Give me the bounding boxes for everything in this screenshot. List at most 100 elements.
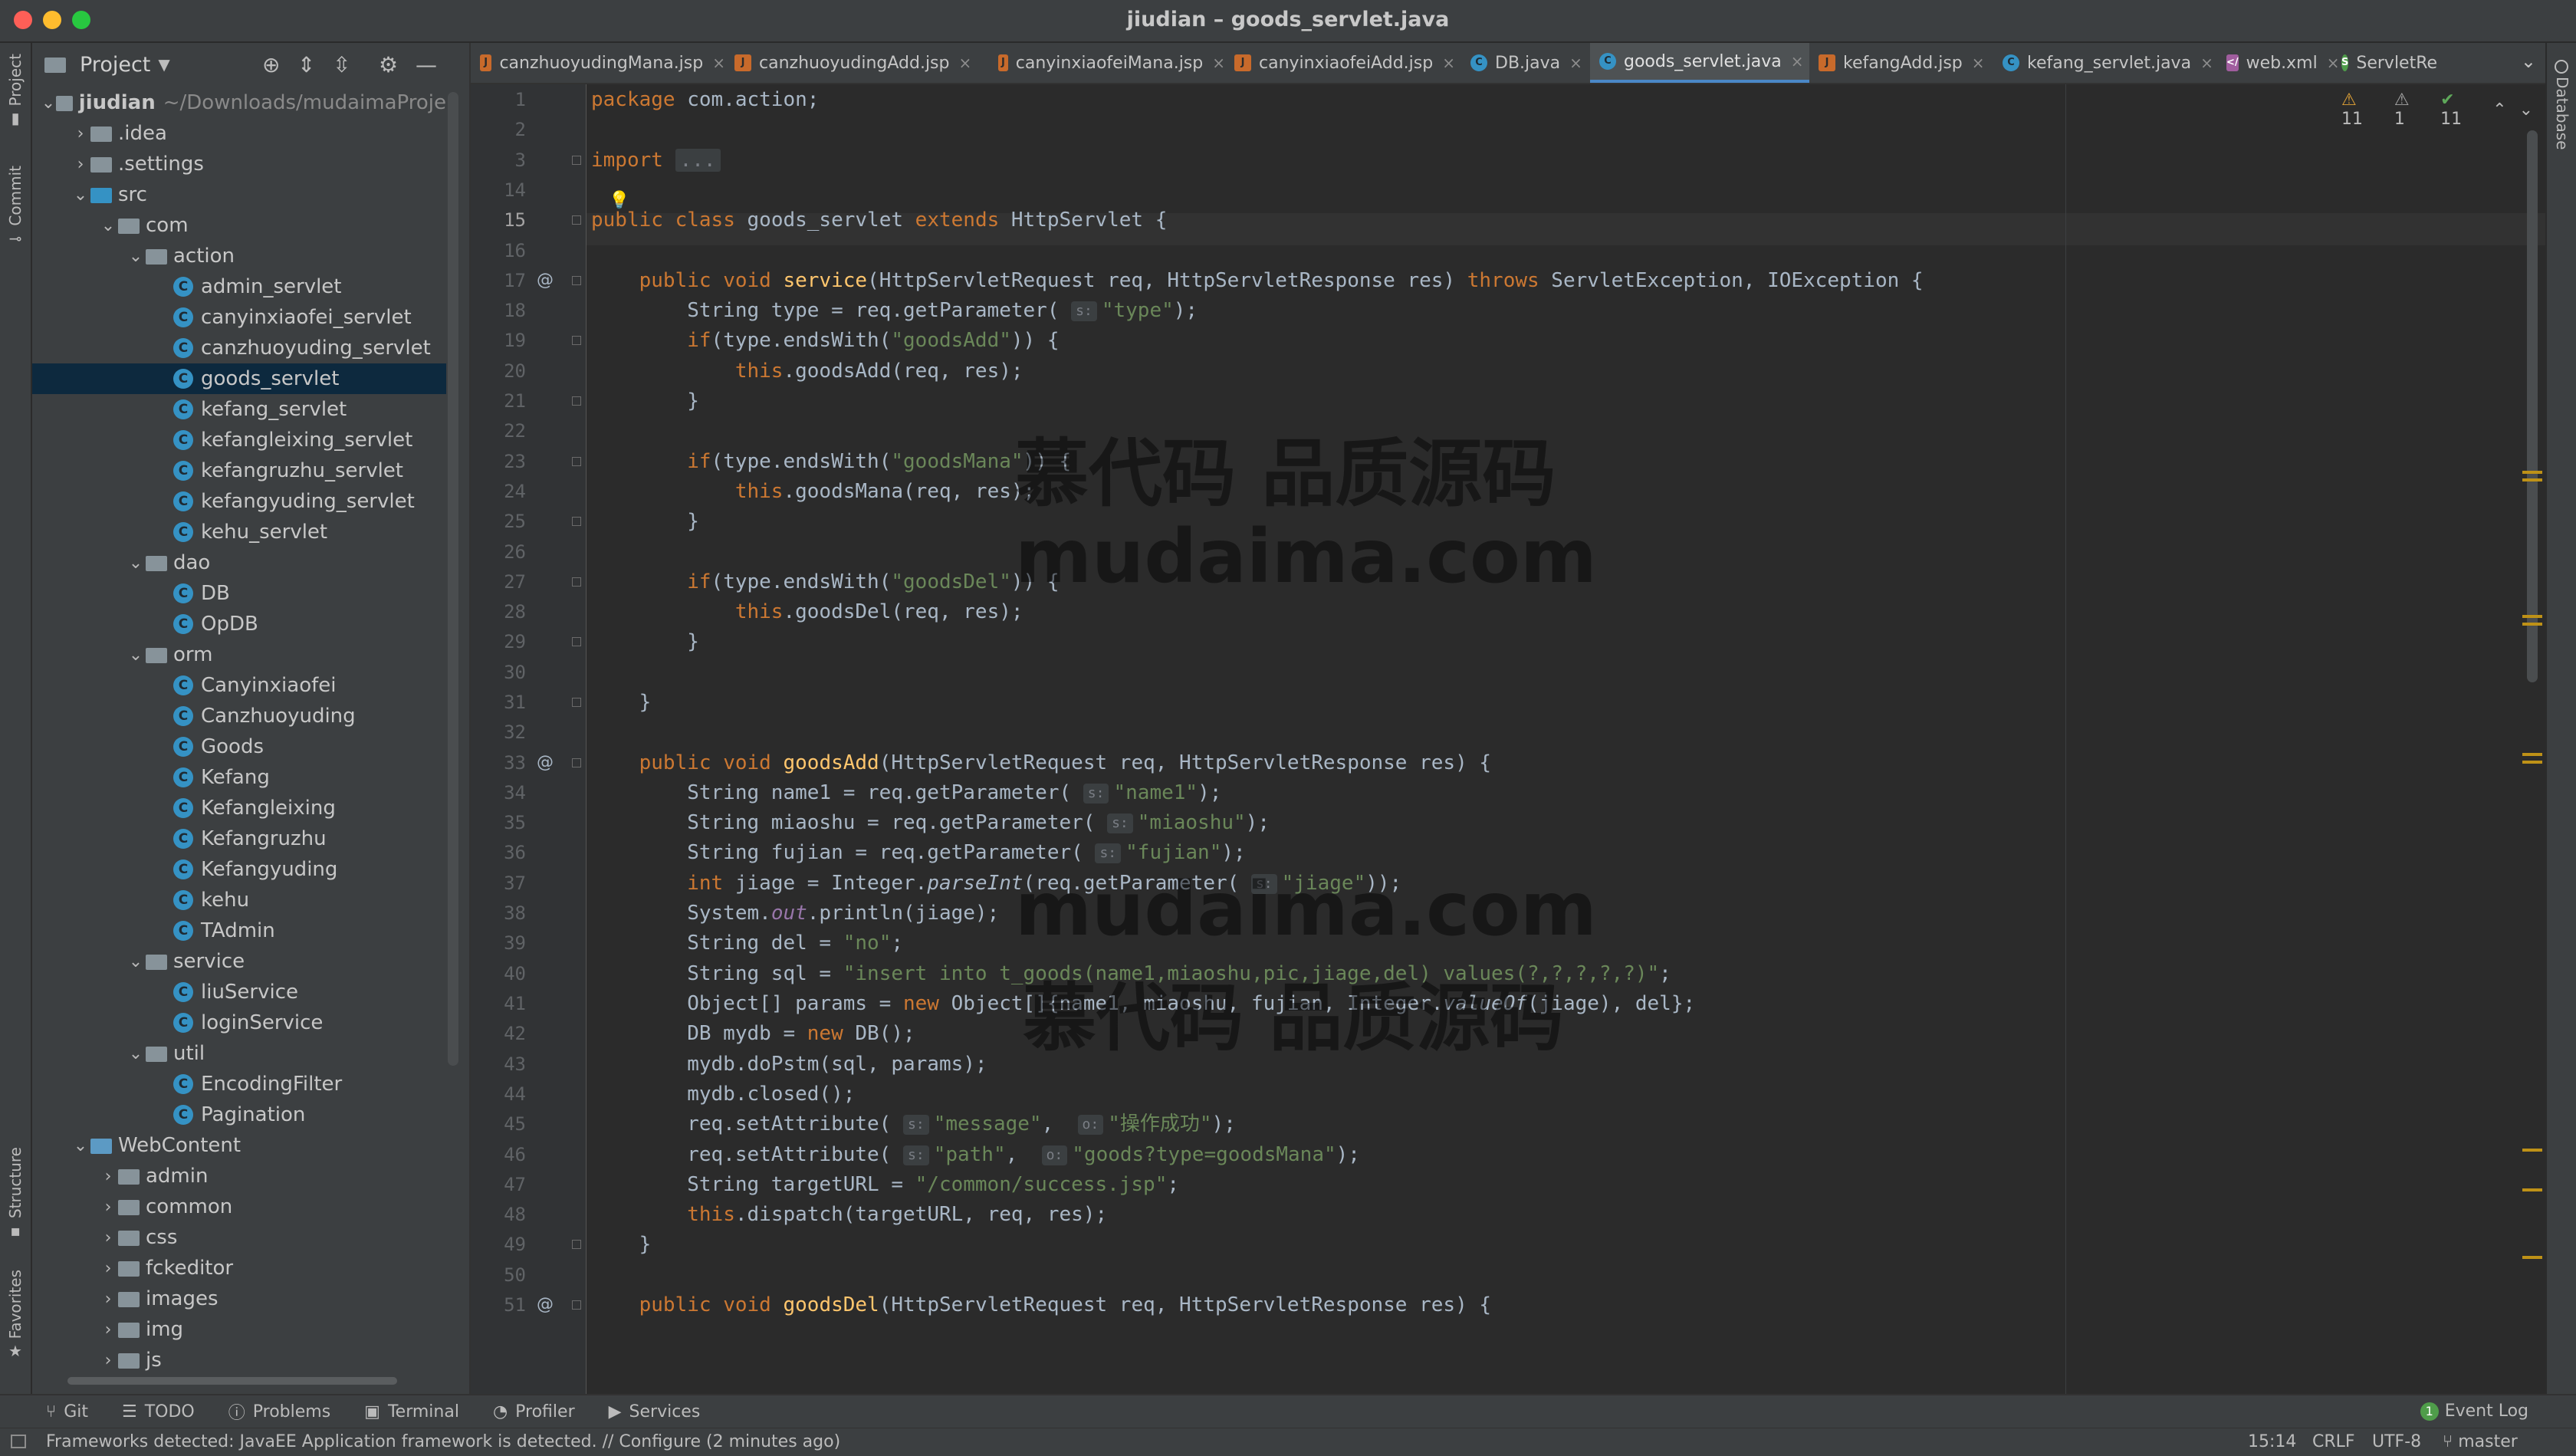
tab-servletre[interactable]: S ServletRe	[2332, 43, 2437, 83]
chevron-down-icon[interactable]: ▼	[158, 55, 169, 74]
tree-item-db[interactable]: C DB	[32, 578, 446, 609]
line-number[interactable]: 32	[486, 717, 526, 748]
chevron-down-icon[interactable]: ⌄	[126, 646, 146, 665]
tree-item-jiudian[interactable]: ⌄ jiudian ~/Downloads/mudaimaProje	[32, 87, 446, 118]
weak-warning-count[interactable]: ⚠ 1	[2394, 90, 2428, 129]
line-number[interactable]: 16	[486, 235, 526, 266]
line-number[interactable]: 18	[486, 295, 526, 326]
tree-item-encodingfilter[interactable]: C EncodingFilter	[32, 1069, 446, 1099]
line-number[interactable]: 15	[486, 205, 526, 235]
line-number[interactable]: 44	[486, 1079, 526, 1109]
tree-item-kefangleixing[interactable]: C Kefangleixing	[32, 793, 446, 823]
tree-item-kefang-servlet[interactable]: Ckefang_servlet	[32, 394, 446, 425]
project-view-selector[interactable]: Project	[80, 53, 150, 77]
warning-stripe[interactable]	[2522, 623, 2542, 626]
code-line[interactable]: System.out.println(jiage);	[591, 898, 999, 928]
warning-stripe[interactable]	[2522, 1149, 2542, 1152]
chevron-right-icon[interactable]: ›	[98, 1167, 118, 1186]
tree-item-com[interactable]: ⌄ com	[32, 210, 446, 241]
fold-toggle-icon[interactable]	[572, 156, 581, 165]
line-number[interactable]: 19	[486, 325, 526, 356]
collapse-all-icon[interactable]: ⇳	[333, 52, 350, 77]
code-line[interactable]: mydb.closed();	[591, 1079, 855, 1109]
tree-item-common[interactable]: › common	[32, 1191, 446, 1222]
gear-icon[interactable]: ⚙	[379, 52, 398, 77]
fold-toggle-icon[interactable]	[572, 215, 581, 225]
close-tab-icon[interactable]: ×	[1569, 54, 1582, 72]
git-tool-button[interactable]: ⑂ Git	[46, 1402, 88, 1421]
line-number[interactable]: 3	[486, 145, 526, 176]
tree-item-src[interactable]: ⌄ src	[32, 179, 446, 210]
tree-item-images[interactable]: › images	[32, 1283, 446, 1314]
warning-stripe[interactable]	[2522, 753, 2542, 756]
tab-canyinxiaofeimana-jsp[interactable]: JcanyinxiaofeiMana.jsp ×	[989, 43, 1225, 83]
line-number[interactable]: 2	[486, 114, 526, 145]
code-line[interactable]: String fujian = req.getParameter( s: "fuj…	[591, 837, 1245, 868]
code-line[interactable]: this.goodsMana(req, res);	[591, 476, 1035, 507]
chevron-down-icon[interactable]: ⌄	[98, 216, 118, 235]
tree-item-admin-servlet[interactable]: Cadmin_servlet	[32, 271, 446, 302]
code-line[interactable]: this.dispatch(targetURL, req, res);	[591, 1199, 1107, 1230]
fold-toggle-icon[interactable]	[572, 396, 581, 406]
fold-toggle-icon[interactable]	[572, 517, 581, 526]
git-branch-widget[interactable]: ⑂ master	[2443, 1432, 2518, 1451]
expand-all-icon[interactable]: ⇕	[297, 52, 315, 77]
line-number[interactable]: 40	[486, 958, 526, 989]
line-number[interactable]: 41	[486, 988, 526, 1019]
problems-tool-button[interactable]: ⓘ Problems	[228, 1399, 330, 1424]
fold-toggle-icon[interactable]	[572, 698, 581, 707]
tree-horizontal-scrollbar[interactable]	[67, 1377, 397, 1385]
tree-item--idea[interactable]: › .idea	[32, 118, 446, 149]
tree-item-util[interactable]: ⌄ util	[32, 1038, 446, 1069]
previous-highlight-icon[interactable]: ⌃	[2492, 100, 2506, 120]
chevron-right-icon[interactable]: ›	[71, 155, 90, 174]
tree-item-opdb[interactable]: C OpDB	[32, 609, 446, 639]
code-line[interactable]: mydb.doPstm(sql, params);	[591, 1049, 987, 1080]
code-line[interactable]: DB mydb = new DB();	[591, 1018, 915, 1049]
tree-item--settings[interactable]: › .settings	[32, 149, 446, 179]
code-line[interactable]: req.setAttribute( s: "message", o: "操作成功")…	[591, 1109, 1236, 1139]
editor-vertical-scrollbar[interactable]	[2527, 130, 2538, 682]
line-number[interactable]: 39	[486, 928, 526, 958]
tree-item-canzhuoyuding-servlet[interactable]: Ccanzhuoyuding_servlet	[32, 333, 446, 363]
chevron-down-icon[interactable]: ⌄	[126, 952, 146, 971]
tab-web-xml[interactable]: </web.xml ×	[2217, 43, 2339, 83]
code-line[interactable]: }	[591, 687, 652, 718]
code-line[interactable]: String del = "no";	[591, 928, 903, 958]
code-line[interactable]: String targetURL = "/common/success.jsp"…	[591, 1169, 1179, 1200]
tree-item-goods-servlet[interactable]: Cgoods_servlet	[32, 363, 446, 394]
line-number[interactable]: 1	[486, 84, 526, 115]
tab-db-java[interactable]: C DB.java ×	[1461, 43, 1590, 83]
line-number[interactable]: 48	[486, 1199, 526, 1230]
code-line[interactable]: req.setAttribute( s: "path", o: "goods?typ…	[591, 1139, 1360, 1170]
favorites-tool-tab[interactable]: Favorites ★	[2, 1270, 29, 1360]
tree-item-dao[interactable]: ⌄ dao	[32, 547, 446, 578]
line-number[interactable]: 21	[486, 386, 526, 416]
fold-toggle-icon[interactable]	[572, 577, 581, 587]
line-number[interactable]: 33	[486, 748, 526, 778]
tree-item-pagination[interactable]: C Pagination	[32, 1099, 446, 1130]
fold-toggle-icon[interactable]	[572, 1240, 581, 1249]
chevron-right-icon[interactable]: ›	[98, 1259, 118, 1278]
warning-stripe[interactable]	[2522, 761, 2542, 764]
tree-item-loginservice[interactable]: CloginService	[32, 1007, 446, 1038]
override-marker-icon[interactable]: @	[537, 1290, 554, 1320]
code-line[interactable]: String type = req.getParameter( s: "type"…	[591, 295, 1198, 326]
code-line[interactable]: public void service(HttpServletRequest r…	[591, 265, 1924, 296]
chevron-down-icon[interactable]: ⌄	[41, 94, 56, 113]
tree-item-fckeditor[interactable]: › fckeditor	[32, 1253, 446, 1283]
close-tab-icon[interactable]: ×	[1791, 52, 1804, 71]
chevron-right-icon[interactable]: ›	[98, 1198, 118, 1217]
chevron-right-icon[interactable]: ›	[98, 1351, 118, 1370]
close-tab-icon[interactable]: ×	[1972, 54, 1985, 72]
fold-toggle-icon[interactable]	[572, 276, 581, 285]
line-number[interactable]: 42	[486, 1018, 526, 1049]
line-number[interactable]: 49	[486, 1229, 526, 1260]
warning-stripe[interactable]	[2522, 478, 2542, 481]
fold-toggle-icon[interactable]	[572, 637, 581, 646]
tree-item-action[interactable]: ⌄ action	[32, 241, 446, 271]
line-number[interactable]: 27	[486, 567, 526, 597]
line-number[interactable]: 46	[486, 1139, 526, 1170]
tree-item-kefangyuding-servlet[interactable]: Ckefangyuding_servlet	[32, 486, 446, 517]
code-line[interactable]: String miaoshu = req.getParameter( s: "mi…	[591, 807, 1270, 838]
